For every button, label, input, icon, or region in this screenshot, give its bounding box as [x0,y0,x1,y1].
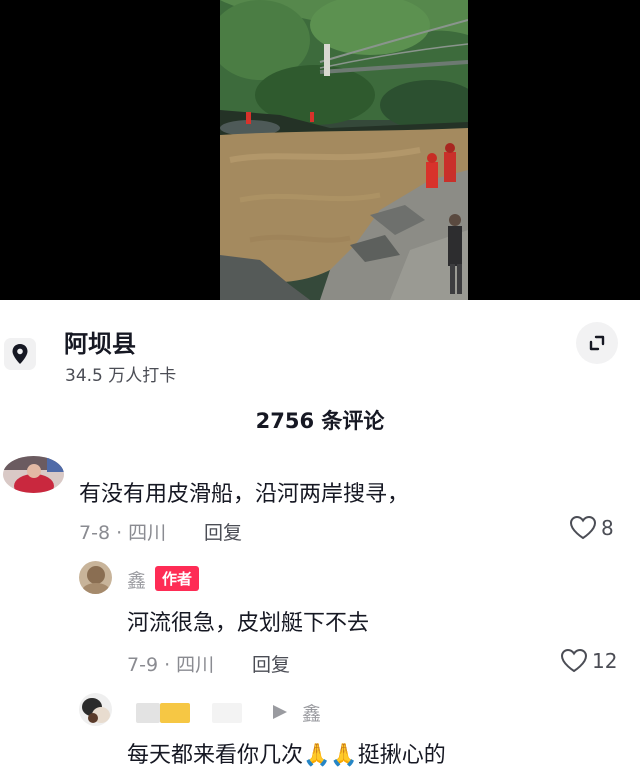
comment-text: 每天都来看你几次🙏🙏挺揪心的 [127,743,446,768]
comment-meta: 7-9 · 四川 [127,654,215,676]
reply-button[interactable]: 回复 [252,650,290,677]
like-count: 12 [592,648,618,673]
expand-icon [589,335,605,351]
like-button[interactable]: 8 [569,515,614,540]
like-button[interactable]: 12 [560,648,617,673]
location-checkin-count: 34.5 万人打卡 [65,366,177,386]
avatar[interactable] [3,456,64,493]
redacted-username [160,703,190,723]
avatar[interactable] [79,693,112,726]
video-player[interactable] [0,0,640,300]
heart-icon [569,515,597,540]
river-scene-image [220,0,468,300]
expand-button[interactable] [576,322,618,364]
video-frame[interactable] [220,0,468,300]
comment-text: 有没有用皮滑船，沿河两岸搜寻， [79,482,410,507]
comment-text: 河流很急，皮划艇下不去 [127,611,370,636]
reply-arrow-icon [273,705,287,719]
redacted-username [136,703,160,723]
author-badge: 作者 [155,566,200,591]
avatar[interactable] [79,561,112,594]
comment-count-title: 2756 条评论 [255,409,385,433]
reply-button[interactable]: 回复 [204,518,242,545]
like-count: 8 [601,515,614,540]
redacted-username [212,703,242,723]
location-pin-icon[interactable] [4,338,36,370]
commenter-name[interactable]: 鑫 [127,566,146,593]
reply-target-name[interactable]: 鑫 [302,699,321,726]
heart-icon [560,648,588,673]
comment-meta: 7-8 · 四川 [79,522,167,544]
location-name[interactable]: 阿坝县 [64,324,136,359]
